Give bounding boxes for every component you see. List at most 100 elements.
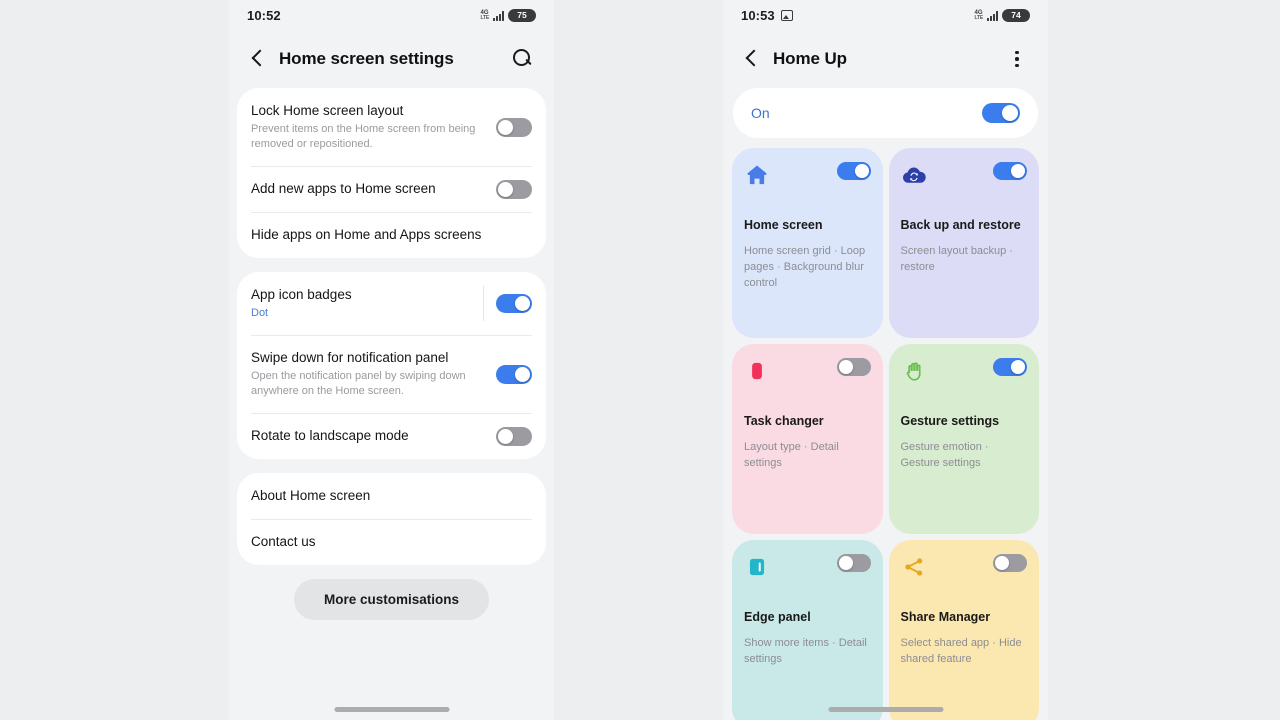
tile-title: Home screen <box>744 218 823 232</box>
row-texts: App icon badges Dot <box>251 272 483 335</box>
row-title: Hide apps on Home and Apps screens <box>251 227 482 242</box>
toggle-rotate-landscape[interactable] <box>496 426 532 446</box>
master-switch-label: On <box>751 105 770 121</box>
setting-row-hide-apps[interactable]: Hide apps on Home and Apps screens <box>237 212 546 258</box>
setting-row-rotate-landscape[interactable]: Rotate to landscape mode <box>237 413 546 459</box>
tile-edge-panel[interactable]: Edge panel Show more items · Detail sett… <box>732 540 883 720</box>
toggle-home-screen[interactable] <box>836 162 871 180</box>
toggle-edge-panel[interactable] <box>836 554 871 572</box>
status-indicators: 4G LTE 75 <box>480 8 536 22</box>
setting-row-add-new-apps[interactable]: Add new apps to Home screen <box>237 166 546 212</box>
toggle-knob <box>498 428 513 444</box>
screenshot-root: 10:52 4G LTE 75 Home screen settings Loc… <box>0 0 1280 720</box>
setting-row-about-home-screen[interactable]: About Home screen <box>237 473 546 519</box>
master-switch-row[interactable]: On <box>733 88 1038 138</box>
signal-bars-icon <box>987 10 998 21</box>
setting-row-swipe-down-notification-panel[interactable]: Swipe down for notification panel Open t… <box>237 335 546 413</box>
network-sub-label: LTE <box>974 14 984 21</box>
row-title: Rotate to landscape mode <box>251 428 409 443</box>
toggle-knob <box>838 556 853 570</box>
edge-panel-icon <box>744 554 770 580</box>
toggle-share-manager[interactable] <box>993 554 1027 572</box>
tile-description: Home screen grid · Loop pages · Backgrou… <box>744 245 866 289</box>
settings-group-1: Lock Home screen layout Prevent items on… <box>237 88 546 258</box>
more-customisations-wrap: More customisations <box>229 579 554 620</box>
phone-right-home-up: 10:53 4G LTE 74 Home Up On Home screen H… <box>723 0 1048 720</box>
tile-description: Select shared app · Hide shared feature <box>900 637 1022 665</box>
home-indicator-left[interactable] <box>334 707 449 712</box>
tile-description: Gesture emotion · Gesture settings <box>900 441 989 469</box>
toggle-add-new-apps[interactable] <box>496 179 532 199</box>
share-icon <box>901 554 927 580</box>
search-icon[interactable] <box>510 46 536 72</box>
row-title: Swipe down for notification panel <box>251 350 449 365</box>
signal-bars-icon <box>493 10 504 21</box>
network-sub-label: LTE <box>480 14 490 21</box>
row-texts: Contact us <box>251 519 532 565</box>
kebab-menu-icon[interactable] <box>1004 46 1030 72</box>
toggle-knob <box>854 164 869 178</box>
toggle-knob <box>1011 360 1025 374</box>
phone-left-home-screen-settings: 10:52 4G LTE 75 Home screen settings Loc… <box>229 0 554 720</box>
master-switch-toggle[interactable] <box>982 103 1020 123</box>
page-title: Home screen settings <box>279 49 454 68</box>
row-title: Lock Home screen layout <box>251 103 404 118</box>
row-subtitle: Prevent items on the Home screen from be… <box>251 123 476 150</box>
battery-icon: 75 <box>508 8 536 22</box>
tile-top <box>901 554 1027 580</box>
image-icon <box>780 9 793 21</box>
app-bar-right: Home Up <box>723 30 1048 88</box>
app-bar-left: Home screen settings <box>229 30 554 88</box>
tile-title: Task changer <box>744 414 824 428</box>
toggle-lock-home-screen-layout[interactable] <box>496 117 532 137</box>
tile-title: Gesture settings <box>900 414 1000 428</box>
tile-title: Share Manager <box>900 610 991 624</box>
tile-back-up-and-restore[interactable]: Back up and restore Screen layout backup… <box>888 148 1039 338</box>
status-time: 10:52 <box>247 7 281 23</box>
more-customisations-button[interactable]: More customisations <box>293 579 490 620</box>
toggle-knob <box>498 181 513 197</box>
feature-tile-grid: Home screen Home screen grid · Loop page… <box>723 148 1048 720</box>
hand-gesture-icon <box>901 358 927 384</box>
row-title: Add new apps to Home screen <box>251 181 436 196</box>
tile-home-screen[interactable]: Home screen Home screen grid · Loop page… <box>732 148 883 338</box>
status-indicators: 4G LTE 74 <box>974 8 1030 22</box>
vertical-divider <box>483 286 484 321</box>
setting-row-lock-home-screen-layout[interactable]: Lock Home screen layout Prevent items on… <box>237 88 546 166</box>
tile-top <box>744 358 871 384</box>
task-card-icon <box>744 358 770 384</box>
row-texts: Lock Home screen layout Prevent items on… <box>251 88 496 166</box>
toggle-swipe-down-notification-panel[interactable] <box>496 364 532 384</box>
tile-top <box>901 358 1027 384</box>
row-texts: About Home screen <box>251 473 532 519</box>
back-chevron-icon[interactable] <box>741 48 763 70</box>
tile-description: Screen layout backup · restore <box>900 245 1014 273</box>
home-indicator-right[interactable] <box>828 707 943 712</box>
row-texts: Swipe down for notification panel Open t… <box>251 335 496 413</box>
row-texts: Add new apps to Home screen <box>251 166 496 212</box>
toggle-app-icon-badges[interactable] <box>496 294 532 313</box>
tile-gesture-settings[interactable]: Gesture settings Gesture emotion · Gestu… <box>888 344 1039 534</box>
toggle-knob <box>515 366 530 382</box>
row-subtitle: Open the notification panel by swiping d… <box>251 370 466 397</box>
row-title: Contact us <box>251 534 316 549</box>
status-left-icons <box>780 9 793 21</box>
toggle-knob <box>498 119 513 135</box>
toggle-knob <box>995 556 1009 570</box>
tile-task-changer[interactable]: Task changer Layout type · Detail settin… <box>732 344 883 534</box>
back-chevron-icon[interactable] <box>247 48 269 70</box>
tile-description: Show more items · Detail settings <box>744 637 867 665</box>
row-texts: Rotate to landscape mode <box>251 413 496 459</box>
status-bar-right: 10:53 4G LTE 74 <box>723 0 1048 30</box>
tile-description: Layout type · Detail settings <box>744 441 839 469</box>
toggle-task-changer[interactable] <box>836 358 871 376</box>
toggle-gesture-settings[interactable] <box>993 358 1027 376</box>
status-time: 10:53 <box>741 7 775 23</box>
tile-title: Back up and restore <box>900 218 1021 232</box>
toggle-back-up-and-restore[interactable] <box>993 162 1027 180</box>
tile-share-manager[interactable]: Share Manager Select shared app · Hide s… <box>888 540 1039 720</box>
setting-row-app-icon-badges[interactable]: App icon badges Dot <box>237 272 546 335</box>
network-type-icon: 4G LTE <box>974 10 984 21</box>
row-title: About Home screen <box>251 488 371 503</box>
setting-row-contact-us[interactable]: Contact us <box>237 519 546 565</box>
